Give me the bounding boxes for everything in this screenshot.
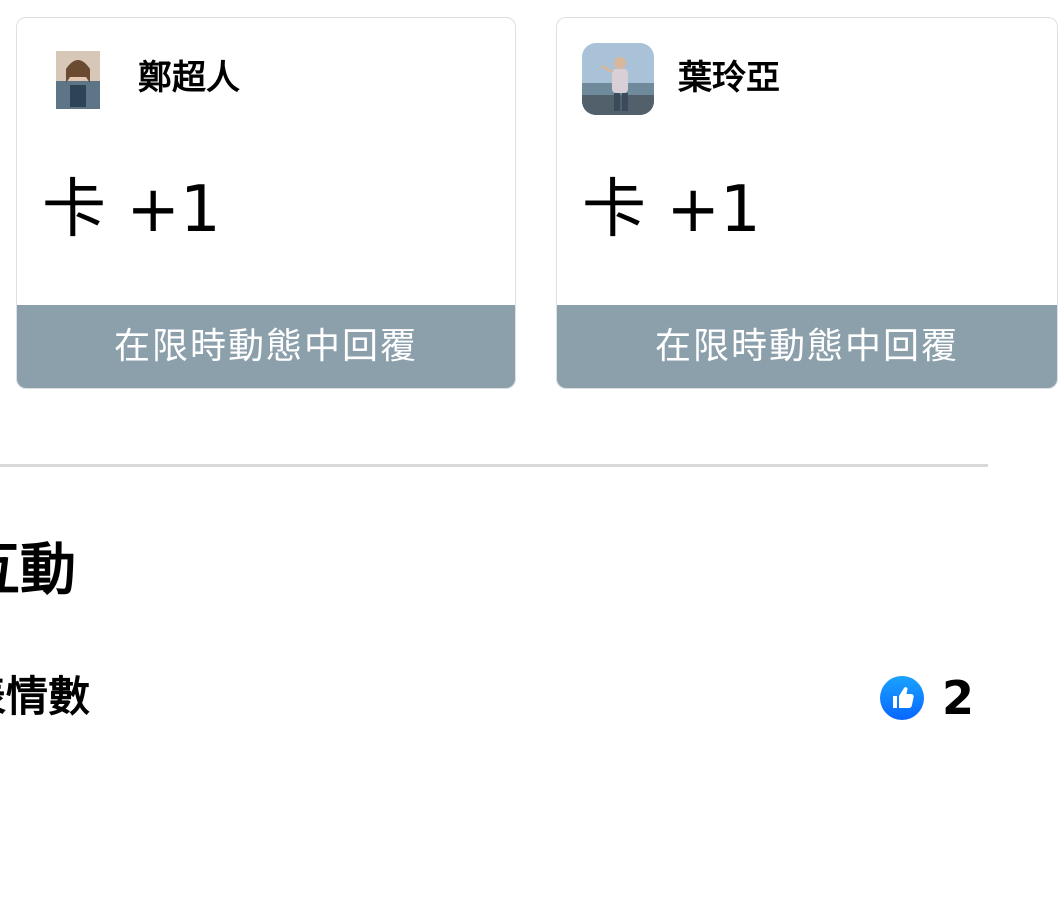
like-thumbs-up-icon: [880, 676, 924, 720]
section-divider: [0, 464, 988, 467]
reply-in-story-button[interactable]: 在限時動態中回覆: [17, 305, 515, 388]
reactions-count: 2: [942, 671, 975, 725]
story-reply-card[interactable]: 葉玲亞 卡 +1 在限時動態中回覆: [556, 17, 1058, 389]
interactions-title: 互動: [0, 538, 76, 603]
reply-message: 卡 +1: [582, 173, 761, 247]
user-name[interactable]: 葉玲亞: [678, 54, 780, 102]
reply-message: 卡 +1: [42, 173, 221, 247]
avatar[interactable]: [42, 43, 114, 115]
reactions-label: 表情數: [0, 672, 91, 721]
user-name[interactable]: 鄭超人: [138, 54, 240, 102]
story-reply-card[interactable]: 鄭超人 卡 +1 在限時動態中回覆: [16, 17, 516, 389]
avatar[interactable]: [582, 43, 654, 115]
reply-in-story-button[interactable]: 在限時動態中回覆: [557, 305, 1057, 388]
